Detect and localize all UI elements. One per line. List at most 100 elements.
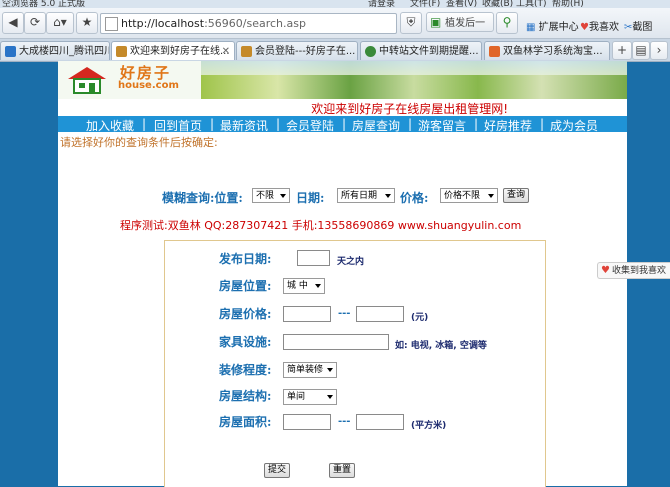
nav-member-login[interactable]: 会员登陆 xyxy=(286,117,334,134)
publish-date-hint: 天之内 xyxy=(337,257,365,267)
extensions-center-button[interactable]: ▦ 扩展中心 xyxy=(526,18,579,33)
fuzzy-location-select[interactable]: 不限 xyxy=(252,188,290,203)
home-button[interactable]: ⌂▾ xyxy=(46,12,74,34)
price-min-input[interactable] xyxy=(283,306,331,322)
tab-label: 双鱼林学习系统淘宝... xyxy=(503,46,603,57)
nav-house-search[interactable]: 房屋查询 xyxy=(352,117,400,134)
screenshot-button[interactable]: ✂截图 xyxy=(624,18,652,33)
nav-recommended[interactable]: 好房推荐 xyxy=(484,117,532,134)
tab-list-button[interactable]: ▤ xyxy=(632,41,650,60)
new-tab-button[interactable]: + xyxy=(612,41,632,60)
nav-separator: | xyxy=(210,117,215,131)
search-engine-text: 植发后一 xyxy=(445,18,486,29)
tab-label: 欢迎来到好房子在线... xyxy=(130,46,230,57)
fuzzy-date-label: 日期: xyxy=(296,191,325,205)
tab-4[interactable]: 中转站文件到期提醒... xyxy=(360,41,482,60)
refresh-icon: ⟳ xyxy=(29,15,41,29)
search-engine-logo-icon: ▣ xyxy=(430,15,442,29)
decoration-label: 装修程度: xyxy=(219,363,272,377)
dropdown-arrow-icon xyxy=(385,194,391,198)
nav-add-favorite[interactable]: 加入收藏 xyxy=(86,117,134,134)
page-icon xyxy=(105,17,118,31)
fuzzy-price-select[interactable]: 价格不限 xyxy=(440,188,498,203)
tab-2-active[interactable]: 欢迎来到好房子在线... ✕ xyxy=(111,41,235,60)
star-icon: ★ xyxy=(81,15,93,29)
browser-toolbar: ◀ ⟳ ⌂▾ ★ http://localhost:56960/search.a… xyxy=(0,8,670,39)
menu-help[interactable]: 帮助(H) xyxy=(552,0,584,8)
shield-icon: ⛨ xyxy=(406,15,416,29)
login-link[interactable]: 请登录 xyxy=(368,0,395,8)
security-shield-button[interactable]: ⛨ xyxy=(400,12,422,34)
area-max-input[interactable] xyxy=(356,414,404,430)
extensions-label: 扩展中心 xyxy=(538,22,579,33)
window-title: 空浏览器 5.0 正式版 xyxy=(2,0,86,8)
tab-scroll-button[interactable]: › xyxy=(650,41,668,60)
nav-guestbook[interactable]: 游客留言 xyxy=(418,117,466,134)
reset-button[interactable]: 重置 xyxy=(329,463,355,478)
structure-label: 房屋结构: xyxy=(219,389,272,403)
banner-sky xyxy=(201,61,627,75)
tab-5[interactable]: 双鱼林学习系统淘宝... xyxy=(484,41,610,60)
location-select[interactable]: 城 中 xyxy=(283,278,325,294)
back-button[interactable]: ◀ xyxy=(2,12,24,34)
price-range-dash: --- xyxy=(338,308,351,319)
area-min-input[interactable] xyxy=(283,414,331,430)
submit-button[interactable]: 提交 xyxy=(264,463,290,478)
fuzzy-price-label: 价格: xyxy=(400,191,429,205)
menu-favorites[interactable]: 收藏(B) xyxy=(482,0,513,8)
publish-date-label: 发布日期: xyxy=(219,252,272,266)
decoration-select[interactable]: 简单装修 xyxy=(283,362,337,378)
nav-separator: | xyxy=(540,117,545,131)
price-unit: (元) xyxy=(411,313,429,323)
tab-3[interactable]: 会员登陆---好房子在... xyxy=(236,41,358,60)
price-max-input[interactable] xyxy=(356,306,404,322)
tab-favicon xyxy=(489,46,500,57)
search-instruction: 请选择好你的查询条件后按确定: xyxy=(60,136,218,149)
menu-tools[interactable]: 工具(T) xyxy=(516,0,547,8)
nav-separator: | xyxy=(408,117,413,131)
nav-news[interactable]: 最新资讯 xyxy=(220,117,268,134)
favorite-star-button[interactable]: ★ xyxy=(76,12,98,34)
fuzzy-location-label: 模糊查询:位置: xyxy=(162,191,243,205)
screenshot-label: 截图 xyxy=(632,22,653,33)
nav-become-member[interactable]: 成为会员 xyxy=(550,117,598,134)
back-arrow-icon: ◀ xyxy=(8,15,18,29)
area-unit: (平方米) xyxy=(411,421,447,431)
nav-separator: | xyxy=(342,117,347,131)
fuzzy-date-select[interactable]: 所有日期 xyxy=(337,188,395,203)
search-button[interactable]: ⚲ xyxy=(496,12,518,34)
address-url: http://localhost:56960/search.asp xyxy=(121,17,306,30)
menu-file[interactable]: 文件(F) xyxy=(410,0,440,8)
furniture-hint: 如: 电视, 冰箱, 空调等 xyxy=(395,341,487,351)
dropdown-arrow-icon xyxy=(327,368,333,372)
close-tab-icon[interactable]: ✕ xyxy=(222,42,230,60)
structure-select[interactable]: 单间 xyxy=(283,389,337,405)
web-page: 好房子 house.com 欢迎来到好房子在线房屋出租管理网! 加入收藏 | 回… xyxy=(58,61,627,487)
welcome-message: 欢迎来到好房子在线房屋出租管理网! xyxy=(311,102,508,116)
logo-domain: house.com xyxy=(118,80,179,91)
collect-to-favorites-tab[interactable]: ♥ 收集到我喜欢 xyxy=(597,262,670,279)
dropdown-arrow-icon xyxy=(327,395,333,399)
publish-date-input[interactable] xyxy=(297,250,330,266)
home-icon: ⌂▾ xyxy=(53,15,67,29)
address-bar[interactable]: http://localhost:56960/search.asp xyxy=(100,13,397,34)
nav-home[interactable]: 回到首页 xyxy=(154,117,202,134)
refresh-button[interactable]: ⟳ xyxy=(24,12,46,34)
my-favorites-button[interactable]: ♥我喜欢 xyxy=(580,18,619,33)
tab-label: 大成楼四川_腾讯四川... xyxy=(19,46,109,57)
select-value: 所有日期 xyxy=(341,191,378,201)
tab-list-icon: ▤ xyxy=(635,43,647,57)
plus-icon: + xyxy=(616,43,628,57)
area-range-dash: --- xyxy=(338,416,351,427)
developer-credit: 程序测试:双鱼林 QQ:287307421 手机:13558690869 www… xyxy=(120,219,522,232)
menu-view[interactable]: 查看(V) xyxy=(446,0,477,8)
heart-icon: ♥ xyxy=(601,265,610,276)
tab-1[interactable]: 大成楼四川_腾讯四川... xyxy=(0,41,110,60)
dropdown-arrow-icon xyxy=(315,284,321,288)
price-label: 房屋价格: xyxy=(219,307,272,321)
furniture-input[interactable] xyxy=(283,334,389,350)
tab-bar: 大成楼四川_腾讯四川... 欢迎来到好房子在线... ✕ 会员登陆---好房子在… xyxy=(0,39,670,62)
tab-label: 会员登陆---好房子在... xyxy=(255,46,356,57)
fuzzy-query-button[interactable]: 查询 xyxy=(503,188,529,203)
search-engine-box[interactable]: ▣ 植发后一 xyxy=(426,12,494,32)
